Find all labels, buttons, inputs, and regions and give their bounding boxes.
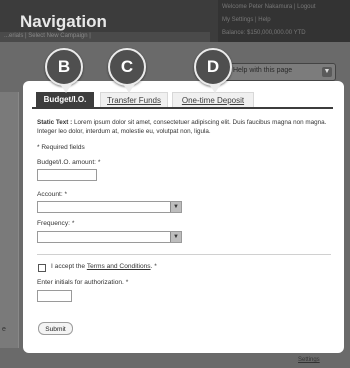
funds-modal: Budget/I.O. Transfer Funds One-time Depo… [23,81,344,353]
tab-one-time-deposit[interactable]: One-time Deposit [172,92,254,107]
submit-button[interactable]: Submit [38,322,73,335]
terms-link[interactable]: Terms and Conditions [87,263,151,270]
callout-d: D [194,48,232,93]
divider [37,254,331,255]
tab-bar: Budget/I.O. Transfer Funds One-time Depo… [32,92,333,109]
terms-suffix: . * [150,263,157,270]
tab-transfer-funds[interactable]: Transfer Funds [100,92,168,107]
chevron-down-icon: ▼ [170,232,181,242]
amount-label: Budget/I.O. amount: * [37,159,101,166]
frequency-label: Frequency: * [37,220,75,227]
tab-budget[interactable]: Budget/I.O. [36,92,94,107]
terms-label: I accept the Terms and Conditions. * [51,263,157,270]
breadcrumb: ...erials | Select New Campaign | [4,33,91,39]
initials-input[interactable] [37,290,72,302]
terms-checkbox[interactable] [38,264,46,272]
static-text-label: Static Text : [37,119,73,126]
balance-text: Balance: $150,000,000.00 YTD [222,30,306,36]
settings-link[interactable]: Settings [298,357,320,363]
left-panel-text: e [2,326,6,333]
page-title: Navigation [20,12,107,31]
terms-prefix: I accept the [51,263,87,270]
welcome-text: Welcome Peter Nakamura | Logout [222,4,316,10]
frequency-select[interactable]: ▼ [37,231,182,243]
callout-b: B [45,48,83,93]
account-label: Account: * [37,191,68,198]
static-text: Static Text : Lorem ipsum dolor sit amet… [37,118,333,136]
callout-c: C [108,48,146,93]
settings-help-links: My Settings | Help [222,17,271,23]
help-select[interactable]: Help with this page ▼ [216,63,336,81]
help-select-value: Help with this page [233,67,293,74]
initials-label: Enter initials for authorization. * [37,279,129,286]
left-panel [0,92,19,348]
chevron-down-icon: ▼ [322,67,332,77]
chevron-down-icon: ▼ [170,202,181,212]
required-note: * Required fields [37,144,85,151]
static-text-body: Lorem ipsum dolor sit amet, consectetuer… [37,119,327,135]
account-select[interactable]: ▼ [37,201,182,213]
amount-input[interactable] [37,169,97,181]
